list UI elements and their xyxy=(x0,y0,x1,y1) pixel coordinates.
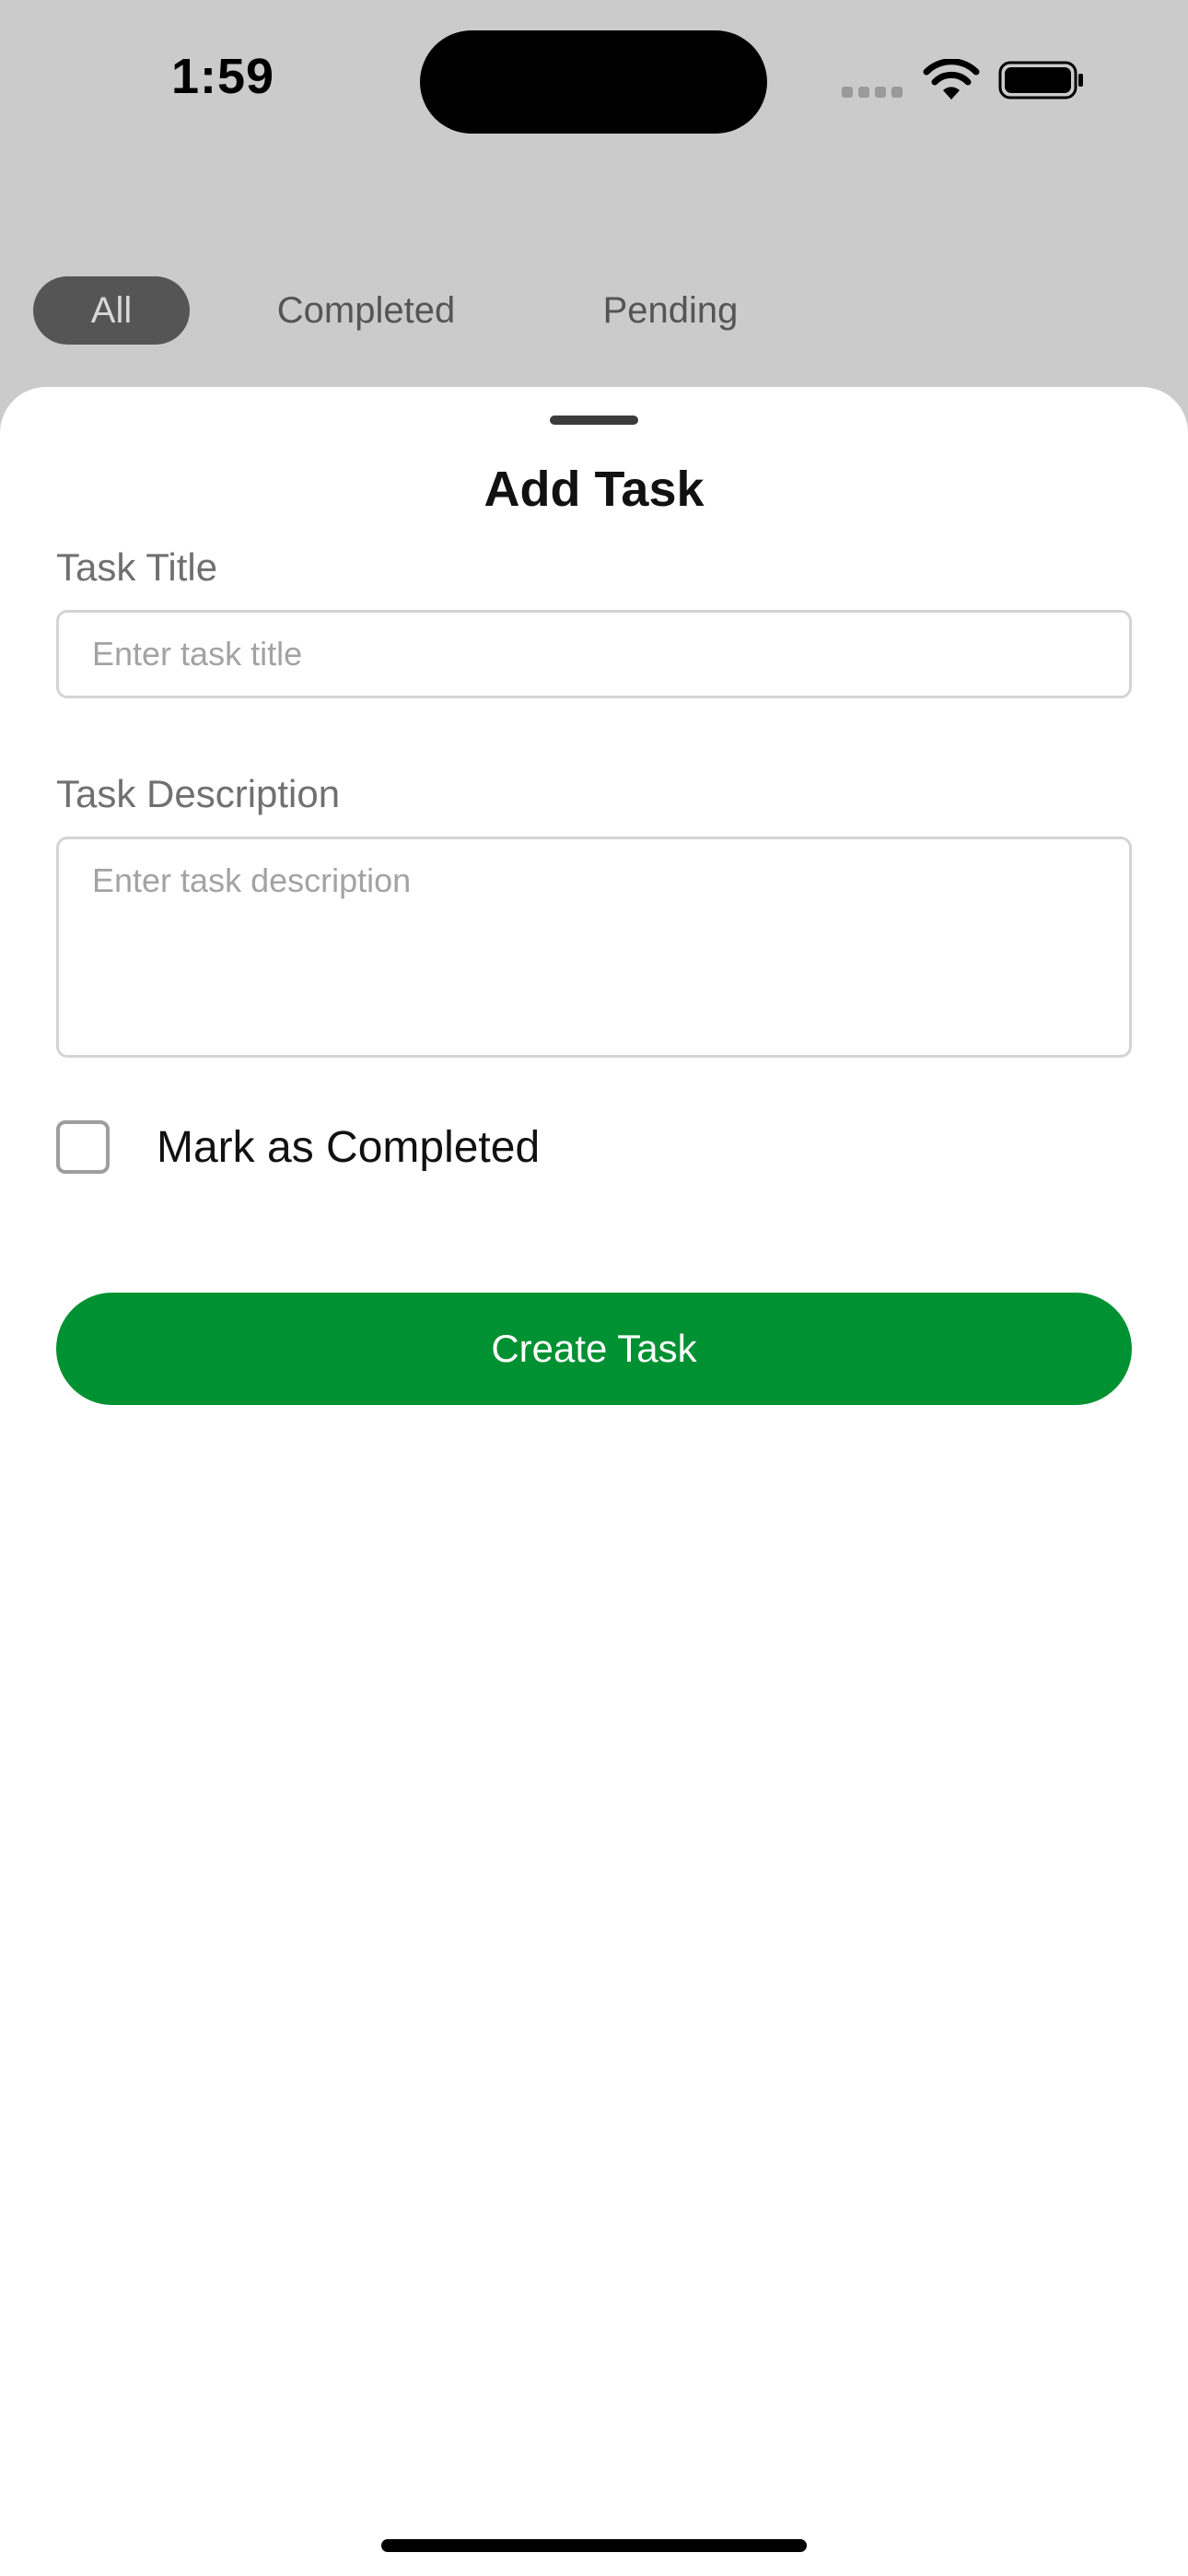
wifi-icon xyxy=(923,59,980,100)
mark-completed-label: Mark as Completed xyxy=(157,1123,541,1172)
tab-completed[interactable]: Completed xyxy=(249,276,483,345)
tab-all[interactable]: All xyxy=(33,276,190,345)
create-task-button[interactable]: Create Task xyxy=(56,1293,1132,1405)
add-task-sheet: Add Task Task Title Task Description Mar… xyxy=(0,387,1188,2576)
mark-completed-checkbox[interactable] xyxy=(56,1120,110,1174)
sheet-grab-handle[interactable] xyxy=(550,416,638,425)
dynamic-island xyxy=(420,30,767,134)
task-description-input[interactable] xyxy=(56,837,1132,1058)
task-description-label: Task Description xyxy=(56,772,341,815)
tab-pending[interactable]: Pending xyxy=(571,276,770,345)
home-indicator[interactable] xyxy=(381,2539,807,2552)
sheet-title: Add Task xyxy=(483,462,705,517)
battery-icon xyxy=(998,61,1083,100)
task-title-label: Task Title xyxy=(56,545,218,589)
status-time: 1:59 xyxy=(171,49,275,104)
signal-icon xyxy=(842,87,904,98)
task-title-input[interactable] xyxy=(56,610,1132,698)
